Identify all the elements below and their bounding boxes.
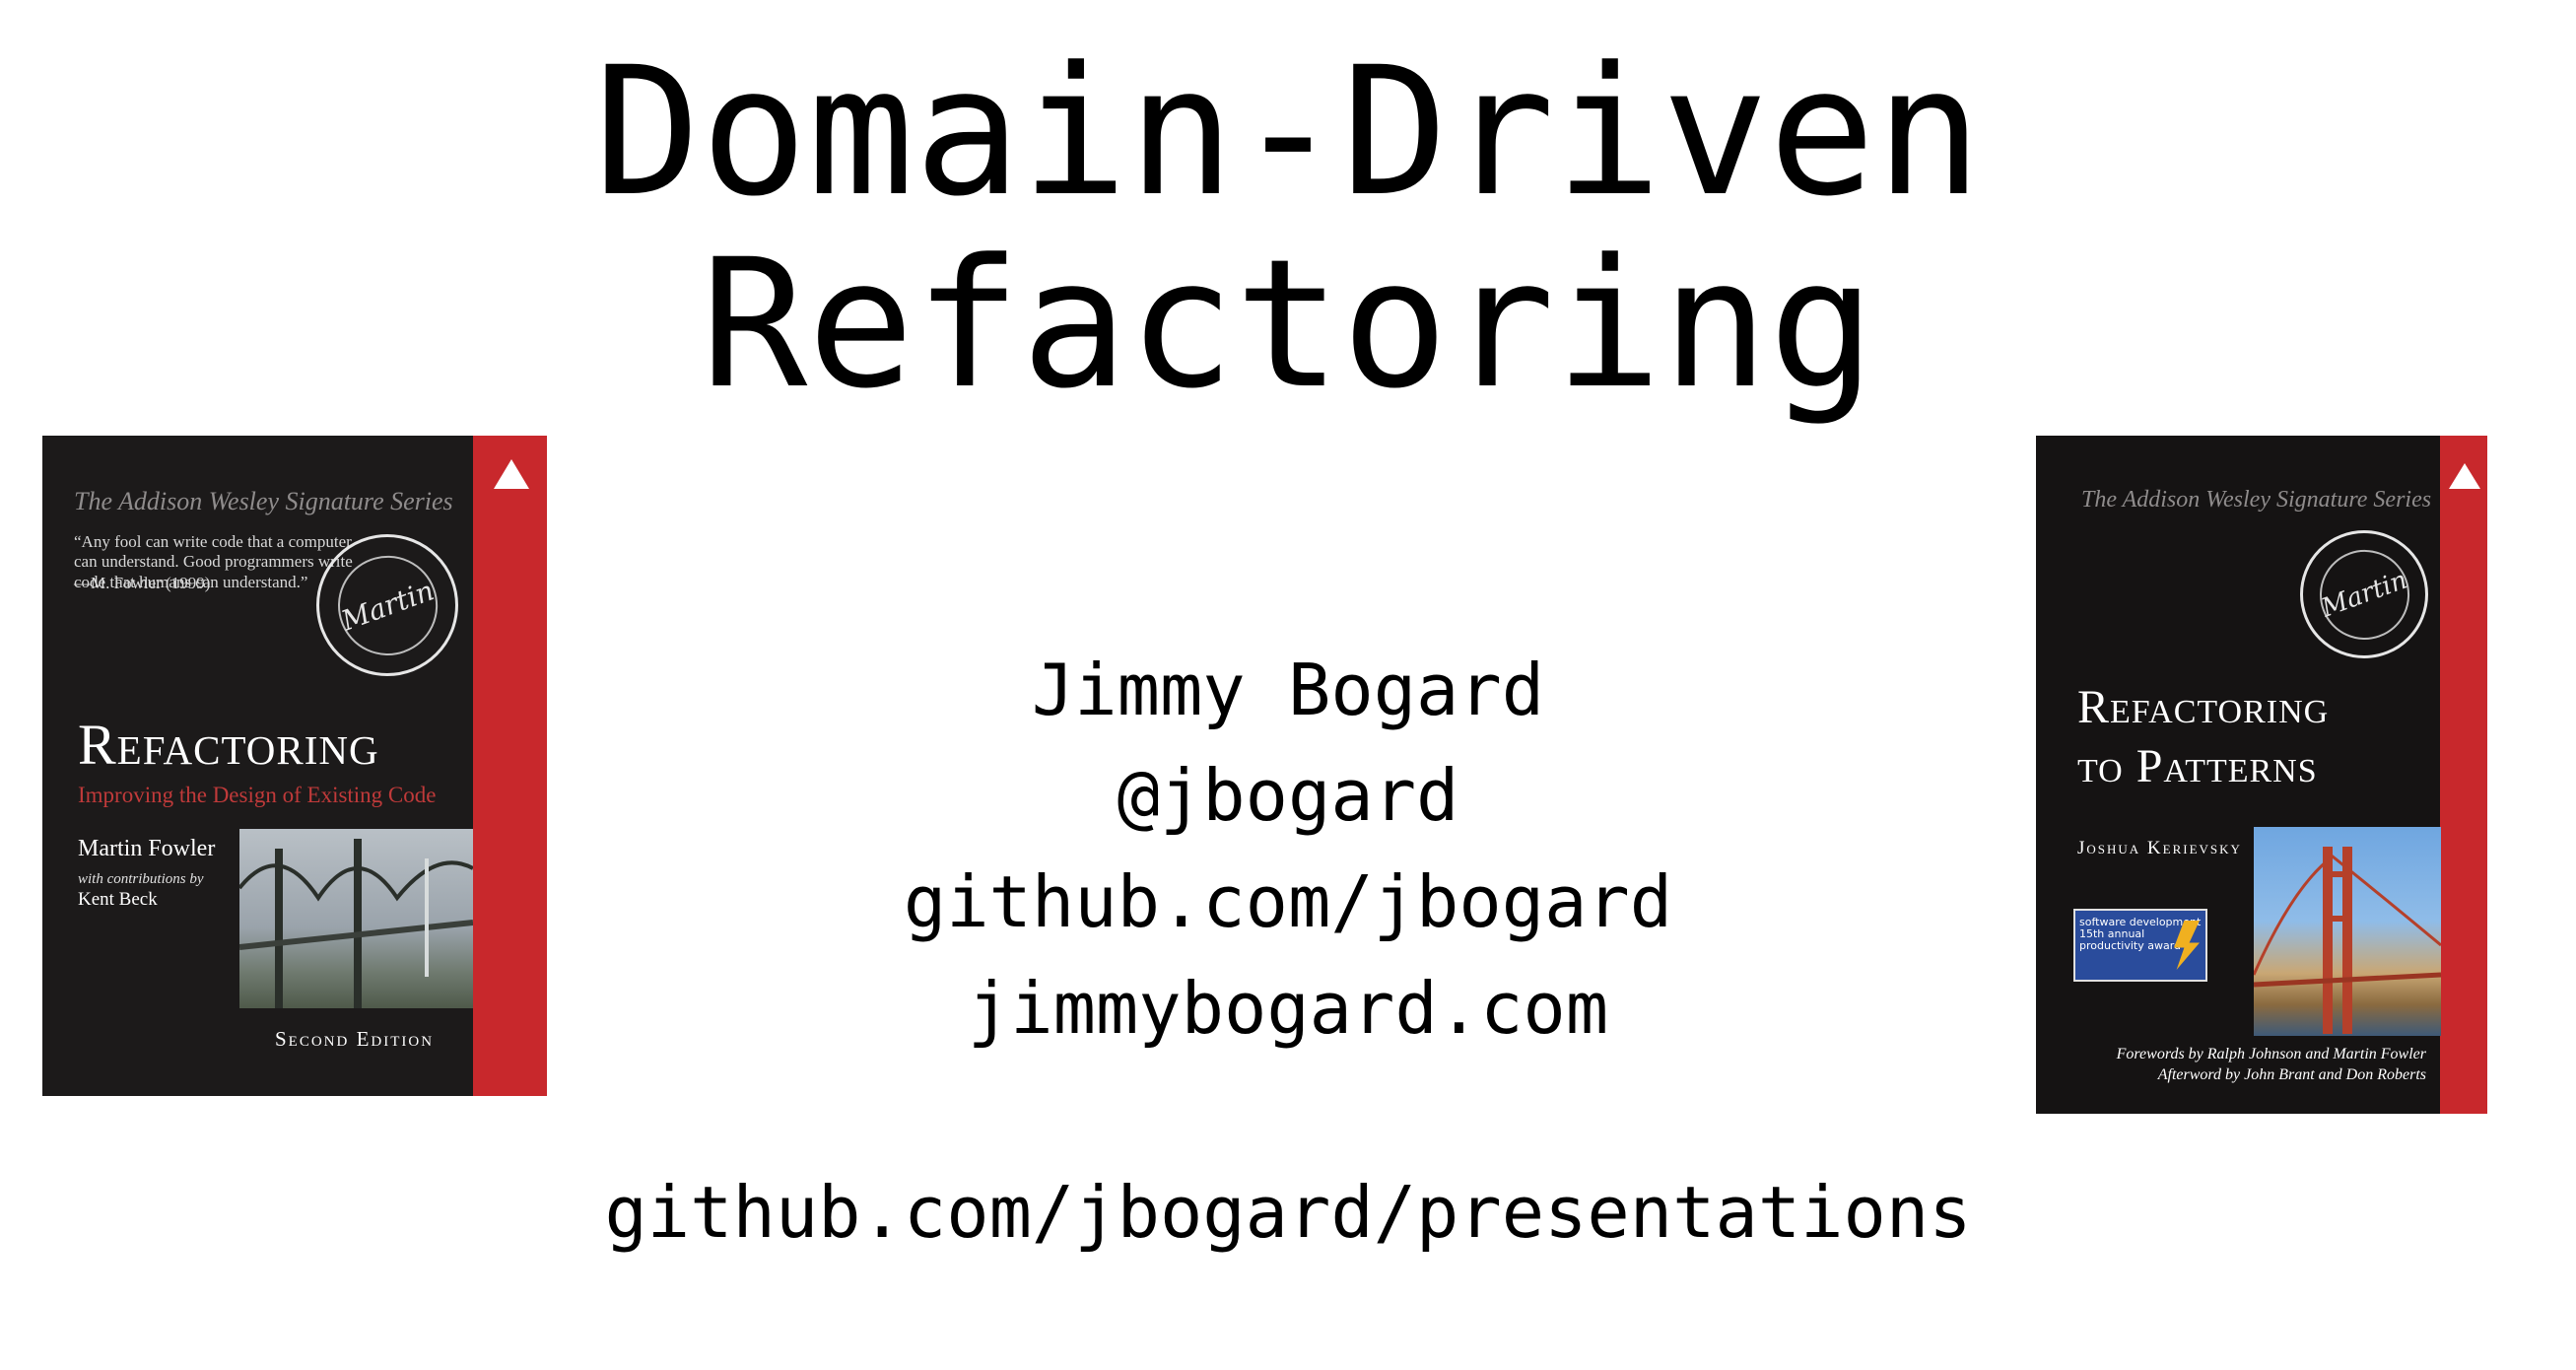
cover-title-line-1: Refactoring [2077, 681, 2330, 733]
award-badge: software development 15th annual product… [2073, 909, 2207, 982]
cover-series-name: The Addison Wesley Signature Series [74, 487, 453, 515]
cover-subtitle: Improving the Design of Existing Code [78, 783, 437, 807]
cover-series-name: The Addison Wesley Signature Series [2081, 487, 2432, 513]
signature-seal-icon: Martin [316, 534, 458, 676]
title-line-1: Domain-Driven [593, 30, 1983, 236]
cover-contributor: Kent Beck [78, 889, 158, 910]
refactoring-to-patterns-book-cover: The Addison Wesley Signature Series Mart… [2036, 436, 2487, 1114]
publisher-logo-icon [2449, 463, 2480, 489]
seal-signature: Martin [2306, 536, 2422, 652]
cover-author: Joshua Kerievsky [2077, 838, 2242, 858]
cover-title-line-2: to Patterns [2077, 740, 2318, 792]
cover-title: Refactoring to Patterns [2077, 678, 2329, 796]
cover-bridge-photo [239, 829, 473, 1008]
cover-quote-attribution: —M. Fowler (1999) [74, 574, 211, 592]
presentations-link: github.com/jbogard/presentations [604, 1171, 1972, 1254]
signature-seal-icon: Martin [2300, 530, 2428, 658]
cover-title: Refactoring [78, 713, 379, 777]
cover-forewords: Forewords by Ralph Johnson and Martin Fo… [2117, 1045, 2426, 1086]
cover-red-stripe [2440, 436, 2487, 1114]
cover-edition: Second Edition [275, 1027, 435, 1051]
cover-forewords-line-1: Forewords by Ralph Johnson and Martin Fo… [2116, 1046, 2426, 1062]
publisher-logo-icon [494, 459, 529, 489]
cover-red-stripe [473, 436, 547, 1096]
cover-author: Martin Fowler [78, 836, 216, 861]
refactoring-book-cover: The Addison Wesley Signature Series “Any… [42, 436, 547, 1096]
title-line-2: Refactoring [700, 222, 1876, 428]
seal-signature: Martin [323, 541, 451, 669]
cover-golden-gate-photo [2254, 827, 2441, 1036]
cover-contributions-label: with contributions by [78, 871, 204, 887]
cover-forewords-line-2: Afterword by John Brant and Don Roberts [2157, 1065, 2426, 1083]
